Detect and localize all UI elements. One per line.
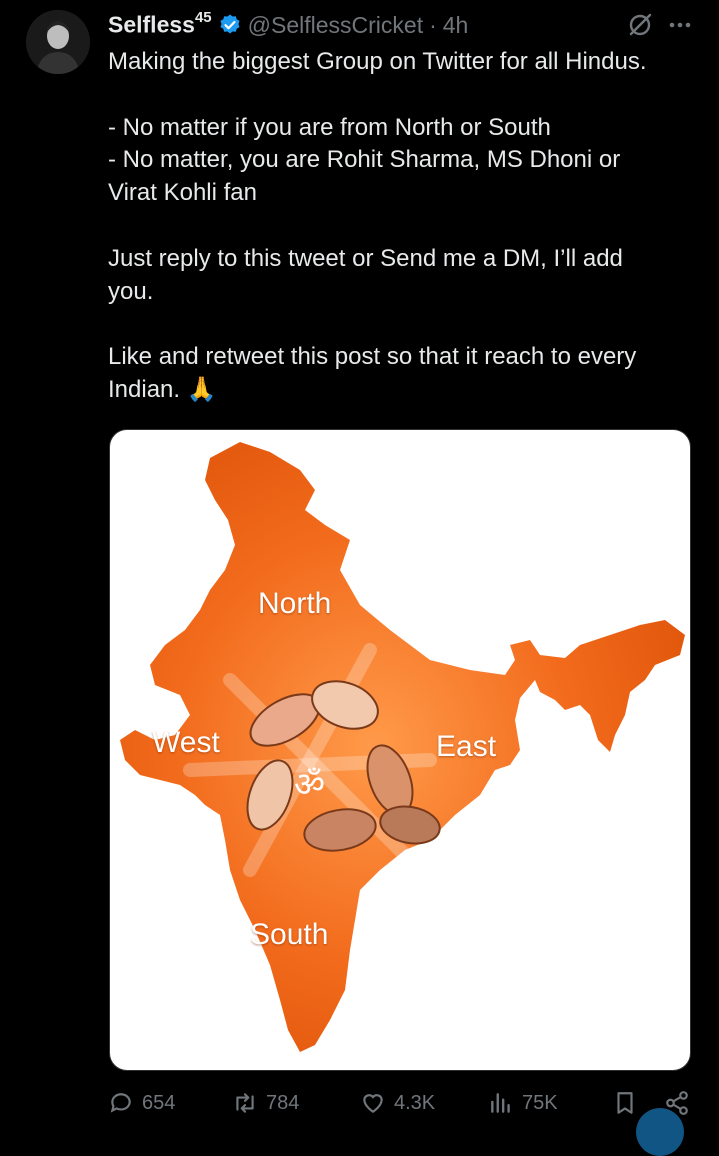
tweet-time[interactable]: 4h — [443, 12, 469, 39]
reply-count: 654 — [142, 1091, 176, 1114]
separator-dot: · — [429, 11, 437, 38]
avatar[interactable] — [26, 10, 90, 74]
reply-icon — [110, 1093, 131, 1113]
author-name[interactable]: Selfless45 — [108, 9, 212, 39]
bookmark-button[interactable] — [612, 1090, 646, 1116]
label-north: North — [258, 587, 332, 620]
label-west: West — [152, 726, 220, 759]
bookmark-icon — [617, 1092, 633, 1114]
views-button[interactable]: 75K — [488, 1090, 558, 1116]
tweet-header: Selfless45 @SelflessCricket · 4h — [108, 8, 699, 42]
tweet-image[interactable]: North West East South ॐ — [109, 429, 691, 1071]
tweet-actions: 654 784 4.3K 75K — [108, 1090, 708, 1126]
verified-badge-icon — [220, 14, 240, 34]
views-icon — [491, 1093, 510, 1113]
retweet-button[interactable]: 784 — [232, 1090, 299, 1116]
author-handle[interactable]: @SelflessCricket — [248, 12, 423, 39]
retweet-icon — [236, 1093, 254, 1113]
om-symbol: ॐ — [294, 765, 326, 805]
like-count: 4.3K — [394, 1091, 436, 1114]
more-icon[interactable] — [667, 12, 693, 38]
retweet-count: 784 — [266, 1091, 300, 1114]
label-east: East — [436, 730, 497, 763]
grok-icon[interactable] — [627, 12, 653, 38]
tweet-text: Making the biggest Group on Twitter for … — [108, 48, 647, 403]
reply-button[interactable]: 654 — [108, 1090, 175, 1116]
views-count: 75K — [522, 1091, 558, 1114]
compose-fab[interactable] — [636, 1108, 684, 1156]
like-button[interactable]: 4.3K — [360, 1090, 435, 1116]
like-icon — [363, 1094, 383, 1113]
label-south: South — [250, 918, 329, 951]
